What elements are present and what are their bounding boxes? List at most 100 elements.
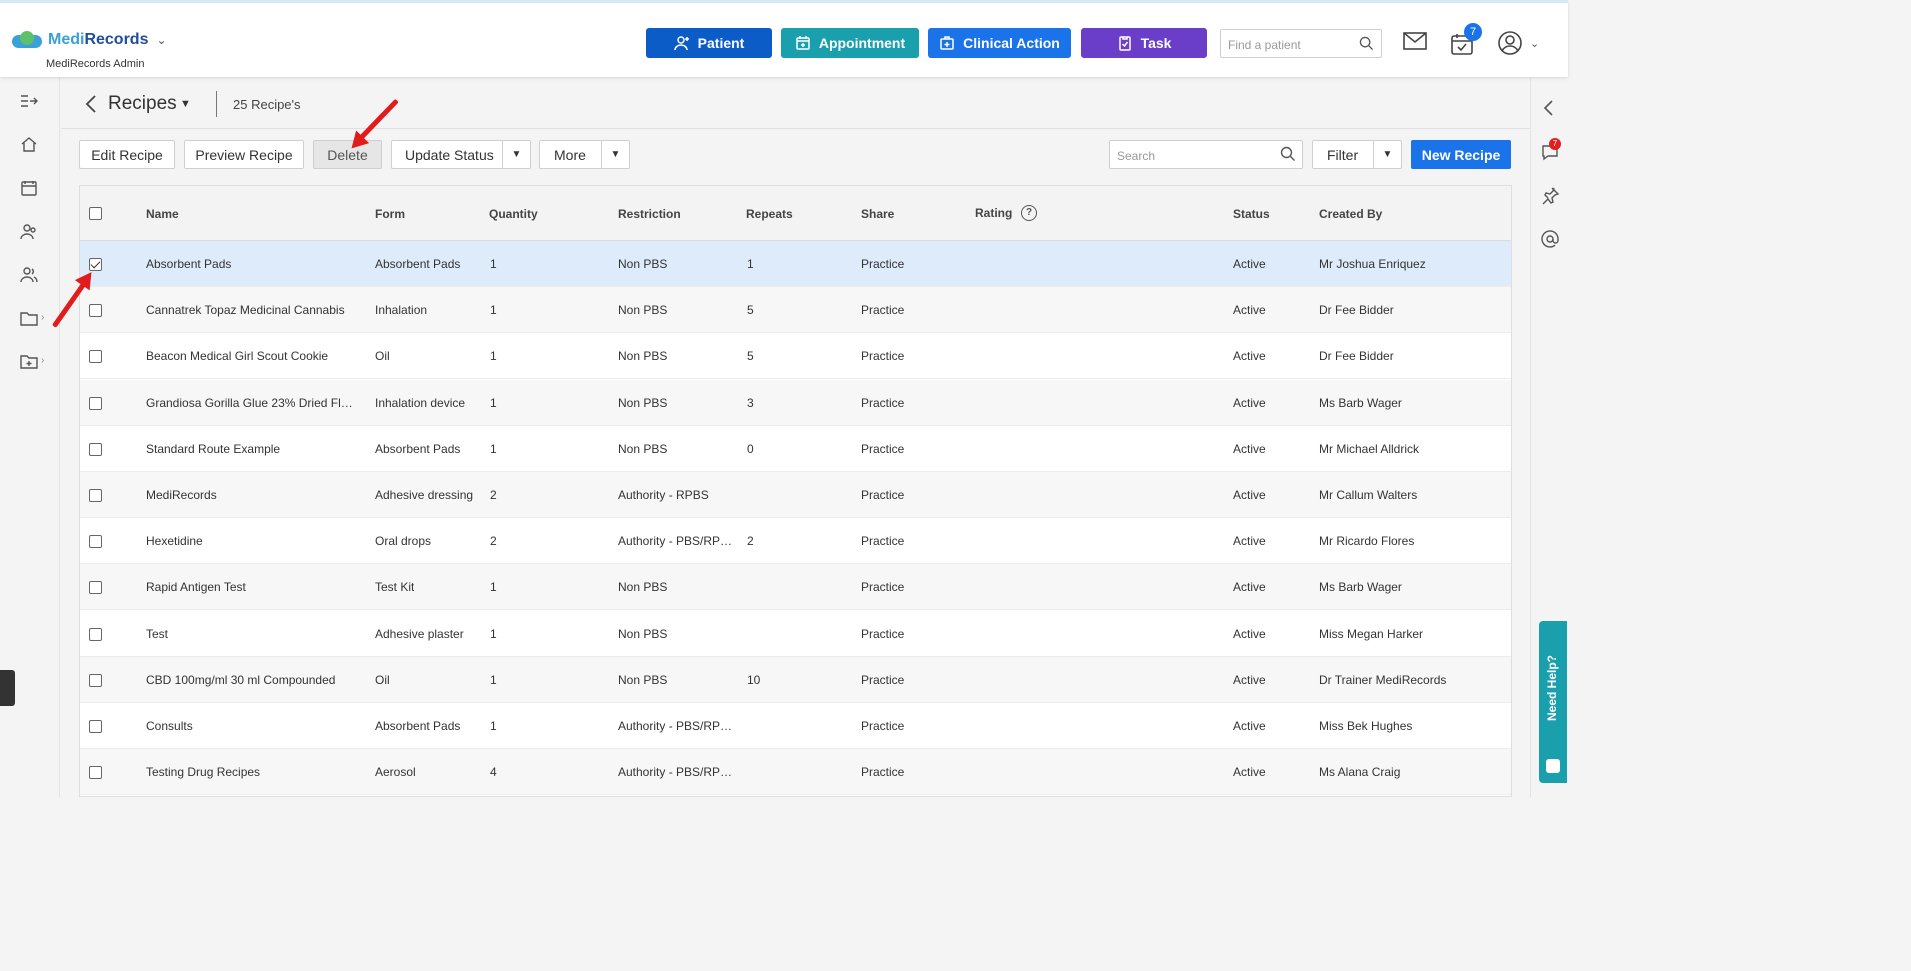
cell-quantity: 1	[490, 672, 497, 687]
user-menu-chevron-icon[interactable]: ⌄	[1530, 37, 1539, 50]
search-input[interactable]: Search	[1109, 140, 1303, 169]
table-row[interactable]: CBD 100mg/ml 30 ml Compounded Oil 1 Non PBS…	[80, 656, 1511, 703]
column-header-restriction[interactable]: Restriction	[618, 207, 681, 221]
patient-button[interactable]: Patient	[646, 28, 772, 58]
cell-share: Practice	[861, 488, 905, 502]
table-row[interactable]: Beacon Medical Girl Scout Cookie Oil 1 Non …	[80, 333, 1511, 380]
filter-button[interactable]: Filter ▼	[1312, 140, 1402, 169]
at-mention-icon[interactable]	[1541, 230, 1559, 248]
expand-menu-icon[interactable]	[20, 93, 38, 109]
calendar-icon[interactable]	[20, 180, 38, 196]
cell-name: Absorbent Pads	[146, 257, 232, 271]
table-row[interactable]: MediRecords Adhesive dressing 2 Authority -…	[80, 472, 1511, 518]
page-title[interactable]: Recipes	[108, 93, 177, 115]
cell-share: Practice	[861, 534, 905, 549]
row-checkbox[interactable]	[89, 258, 102, 271]
table-row[interactable]: Consults Absorbent Pads 1 Authority - PBS/R…	[80, 703, 1511, 749]
table-row[interactable]: Testing Drug Recipes Aerosol 4 Authority - …	[80, 749, 1511, 796]
row-checkbox[interactable]	[89, 350, 102, 364]
cell-form: Absorbent Pads	[375, 719, 461, 733]
row-checkbox[interactable]	[89, 442, 102, 456]
chevron-down-icon[interactable]: ⌄	[156, 33, 166, 47]
cell-name: CBD 100mg/ml 30 ml Compounded	[146, 672, 336, 687]
chevron-down-icon[interactable]: ▼	[601, 141, 629, 168]
table-row[interactable]: Absorbent Pads Absorbent Pads 1 Non PBS 1 Pra…	[80, 241, 1511, 287]
row-checkbox[interactable]	[89, 396, 102, 410]
patients-icon[interactable]	[20, 223, 38, 241]
mail-icon[interactable]	[1403, 31, 1427, 51]
collapse-left-icon[interactable]	[1541, 99, 1557, 117]
row-checkbox[interactable]	[89, 489, 102, 502]
edit-recipe-button[interactable]: Edit Recipe	[79, 140, 175, 169]
table-row[interactable]: Hexetidine Oral drops 2 Authority - PBS/RPB…	[80, 518, 1511, 565]
row-checkbox[interactable]	[89, 581, 102, 595]
cell-share: Practice	[861, 395, 905, 410]
appointment-button[interactable]: Appointment	[781, 28, 919, 58]
cell-share: Practice	[861, 349, 905, 364]
column-header-quantity[interactable]: Quantity	[489, 207, 538, 221]
cell-status: Active	[1233, 395, 1266, 410]
folder-icon[interactable]	[20, 310, 38, 326]
table-row[interactable]: Cannatrek Topaz Medicinal Cannabis Inhala…	[80, 287, 1511, 334]
row-checkbox[interactable]	[89, 766, 102, 780]
app-logo[interactable]: MediRecords ⌄	[10, 31, 167, 49]
task-button[interactable]: Task	[1081, 28, 1207, 58]
pin-icon[interactable]	[1541, 187, 1559, 205]
folder-add-icon[interactable]	[20, 353, 38, 369]
table-row[interactable]: Test Adhesive plaster 1 Non PBS Practice Acti…	[80, 610, 1511, 657]
cell-form: Inhalation	[375, 303, 428, 318]
column-header-share[interactable]: Share	[861, 207, 894, 221]
column-header-status[interactable]: Status	[1233, 207, 1270, 221]
chevron-right-icon[interactable]: ›	[41, 355, 44, 366]
chevron-down-icon[interactable]: ▼	[1373, 141, 1401, 168]
calendar-add-icon	[796, 36, 810, 50]
need-help-button[interactable]: Need Help?	[1539, 621, 1567, 783]
user-account-icon[interactable]	[1498, 31, 1522, 55]
help-icon[interactable]: ?	[1021, 205, 1037, 221]
chevron-right-icon[interactable]: ›	[41, 312, 44, 323]
contacts-icon[interactable]	[20, 266, 38, 284]
cell-name: Test	[146, 626, 169, 641]
row-checkbox[interactable]	[89, 720, 102, 733]
table-row[interactable]: Standard Route Example Absorbent Pads 1 Non…	[80, 425, 1511, 472]
cell-repeats: 10	[747, 672, 761, 687]
cell-repeats: 5	[747, 303, 754, 318]
find-patient-input[interactable]: Find a patient	[1220, 29, 1382, 58]
cell-restriction: Non PBS	[618, 580, 668, 595]
more-button[interactable]: More ▼	[539, 140, 630, 169]
table-row[interactable]: Grandiosa Gorilla Glue 23% Dried Flow...…	[80, 379, 1511, 426]
preview-recipe-button[interactable]: Preview Recipe	[184, 140, 304, 169]
cell-status: Active	[1233, 441, 1266, 456]
docked-panel-tab[interactable]	[0, 670, 15, 706]
search-icon	[1280, 146, 1295, 161]
cell-repeats: 1	[747, 257, 754, 271]
column-header-created-by[interactable]: Created By	[1319, 207, 1382, 221]
home-icon[interactable]	[20, 136, 38, 152]
row-checkbox[interactable]	[89, 304, 102, 318]
more-label: More	[554, 146, 586, 163]
notification-badge: 7	[1464, 23, 1482, 41]
update-status-button[interactable]: Update Status ▼	[391, 140, 531, 169]
row-checkbox[interactable]	[89, 627, 102, 641]
column-header-name[interactable]: Name	[146, 207, 179, 221]
row-checkbox[interactable]	[89, 535, 102, 549]
column-header-rating[interactable]: Rating	[975, 206, 1012, 220]
column-header-repeats[interactable]: Repeats	[746, 207, 793, 221]
select-all-checkbox[interactable]	[89, 207, 102, 220]
row-checkbox[interactable]	[89, 673, 102, 687]
clinical-action-button[interactable]: Clinical Action	[928, 28, 1071, 58]
new-recipe-button[interactable]: New Recipe	[1411, 140, 1511, 169]
cell-name: Rapid Antigen Test	[146, 580, 246, 595]
column-header-form[interactable]: Form	[375, 207, 405, 221]
table-row[interactable]: Rapid Antigen Test Test Kit 1 Non PBS Practi…	[80, 564, 1511, 611]
cell-quantity: 1	[490, 626, 497, 641]
filter-label: Filter	[1327, 146, 1359, 163]
back-arrow-icon[interactable]	[85, 95, 97, 113]
cell-restriction: Authority - RPBS	[618, 488, 709, 502]
cell-created-by: Mr Ricardo Flores	[1319, 534, 1415, 549]
cell-quantity: 1	[490, 719, 497, 733]
cell-share: Practice	[861, 626, 905, 641]
cell-share: Practice	[861, 719, 905, 733]
chevron-down-icon[interactable]: ▼	[180, 98, 191, 110]
chevron-down-icon[interactable]: ▼	[502, 141, 530, 168]
